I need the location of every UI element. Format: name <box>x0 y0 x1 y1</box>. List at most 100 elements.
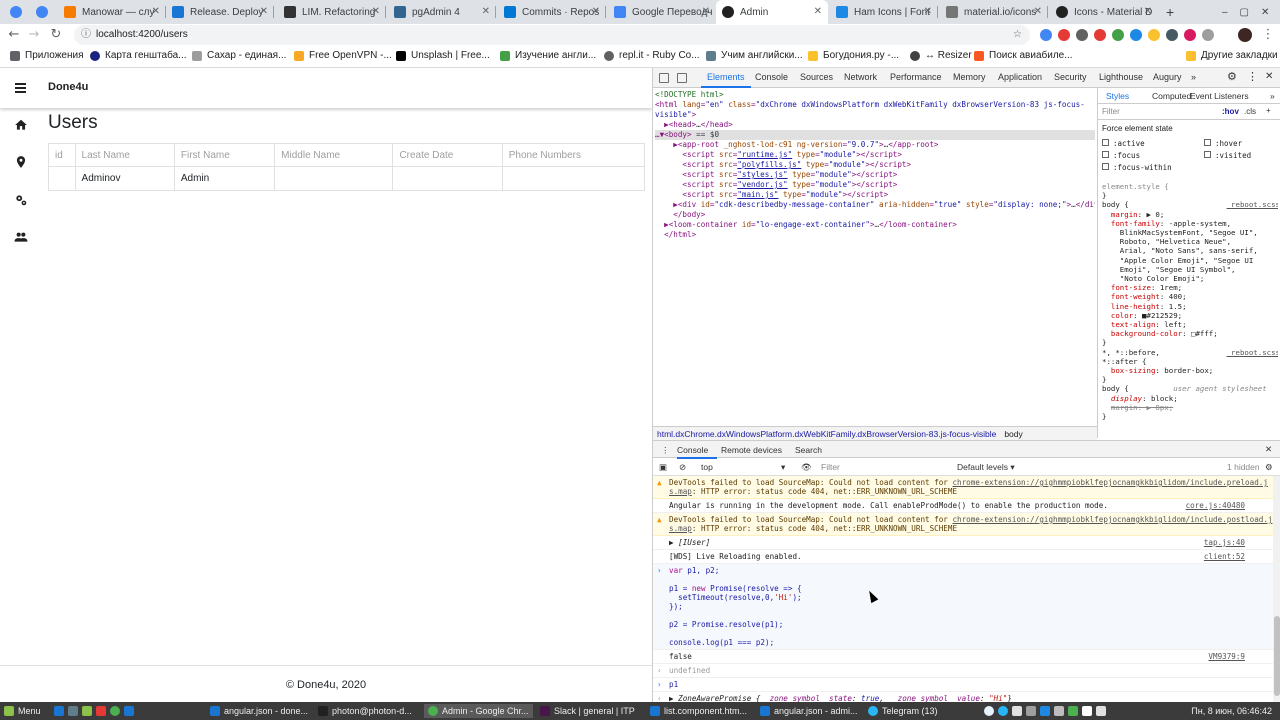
start-menu-button[interactable]: Menu <box>4 704 41 718</box>
close-icon[interactable]: ✕ <box>482 6 490 17</box>
bookmark-item[interactable]: Unsplash | Free... <box>396 50 490 61</box>
close-icon[interactable]: ✕ <box>152 6 160 17</box>
bookmark-item[interactable]: Учим английски... <box>706 50 803 61</box>
extension-icon[interactable] <box>1094 29 1106 41</box>
chevron-down-icon[interactable]: ▾ <box>781 462 785 473</box>
devtools-tab-security[interactable]: Security <box>1054 72 1087 82</box>
extension-icon[interactable] <box>1040 29 1052 41</box>
close-icon[interactable]: ✕ <box>1265 71 1273 82</box>
bookmark-item[interactable]: Сахар - единая... <box>192 50 286 61</box>
taskbar-item[interactable]: angular.json - done... <box>210 704 308 718</box>
bookmark-item[interactable]: ↔ Resizer <box>910 50 972 61</box>
gear-icon[interactable]: ⚙ <box>1227 70 1237 83</box>
context-selector[interactable]: top <box>701 462 713 472</box>
console-log-line[interactable]: ▶ [IUser] tap.js:40 <box>653 536 1273 550</box>
quick-launch[interactable] <box>54 704 138 718</box>
console-filter-input[interactable]: Filter <box>821 462 840 472</box>
extension-icon[interactable] <box>1166 29 1178 41</box>
system-tray[interactable] <box>984 704 1110 718</box>
add-rule-icon[interactable]: + <box>1266 106 1271 115</box>
devtools-tab-console[interactable]: Console <box>755 72 788 82</box>
inspect-element-icon[interactable] <box>659 73 669 83</box>
bookmark-item[interactable]: repl.it - Ruby Co... <box>604 50 700 61</box>
browser-tab-active[interactable]: Admin ✕ <box>716 0 828 24</box>
new-tab-button[interactable]: + <box>1160 0 1180 24</box>
close-icon[interactable]: ✕ <box>702 6 710 17</box>
close-icon[interactable]: ✕ <box>1034 6 1042 17</box>
other-bookmarks[interactable]: Другие закладки <box>1186 50 1278 61</box>
state-focus[interactable]: :focus <box>1102 150 1172 162</box>
dom-tree[interactable]: <!DOCTYPE html> <html lang="en" class="d… <box>655 90 1095 240</box>
browser-tab[interactable]: Google Переводч ✕ <box>608 0 716 24</box>
devtools-tab-lighthouse[interactable]: Lighthouse <box>1099 72 1143 82</box>
breadcrumb-body[interactable]: body <box>1004 429 1022 439</box>
devtools-tab-sources[interactable]: Sources <box>800 72 833 82</box>
browser-tab[interactable] <box>4 0 30 24</box>
console-scrollbar[interactable] <box>1273 476 1280 702</box>
bookmark-item[interactable]: Богудония.ру -... <box>808 50 899 61</box>
taskbar-item-active[interactable]: Admin - Google Chr... <box>424 704 533 718</box>
window-controls[interactable]: –▢✕ <box>1216 0 1280 24</box>
devtools-tab-augury[interactable]: Augury <box>1153 72 1182 82</box>
state-hover[interactable]: :hover <box>1204 138 1251 150</box>
css-rules[interactable]: element.style { } body { _reboot.scss:46… <box>1102 182 1278 438</box>
tab-event-listeners[interactable]: Event Listeners <box>1190 91 1249 101</box>
location-icon[interactable] <box>14 155 28 169</box>
column-header-last-name[interactable]: Last Name <box>74 143 175 167</box>
close-icon[interactable]: ✕ <box>592 6 600 17</box>
back-arrow-icon[interactable]: ← <box>6 27 22 43</box>
extension-icon[interactable] <box>1112 29 1124 41</box>
drawer-menu-icon[interactable]: ⋮ <box>661 445 670 456</box>
browser-tab[interactable]: Manowar — слу ✕ <box>58 0 166 24</box>
eye-icon[interactable]: 👁 <box>801 462 812 473</box>
column-header-middle-name[interactable]: Middle Name <box>274 143 394 167</box>
device-toolbar-icon[interactable] <box>677 73 687 83</box>
home-icon[interactable] <box>14 118 28 132</box>
browser-tab[interactable]: pgAdmin 4 ✕ <box>388 0 496 24</box>
gear-icon[interactable]: ⚙ <box>1265 462 1273 473</box>
console-result[interactable]: ‹ ▶ ZoneAwarePromise {__zone_symbol__stat… <box>653 692 1273 702</box>
bookmark-item[interactable]: Карта генштаба... <box>90 50 187 61</box>
bookmark-item[interactable]: Поиск авиабиле... <box>974 50 1073 61</box>
devtools-tab-performance[interactable]: Performance <box>890 72 942 82</box>
drawer-tab-search[interactable]: Search <box>795 445 822 455</box>
column-header-phone-numbers[interactable]: Phone Numbers <box>501 143 646 167</box>
browser-tab[interactable] <box>30 0 58 24</box>
avatar[interactable] <box>1238 28 1252 42</box>
tab-styles[interactable]: Styles <box>1106 91 1129 101</box>
devtools-tab-elements[interactable]: Elements <box>707 72 745 82</box>
reload-icon[interactable]: ↻ <box>48 27 64 43</box>
info-icon[interactable]: ⓘ <box>81 25 91 45</box>
extension-icon[interactable] <box>1202 29 1214 41</box>
browser-tab[interactable]: material.io/icons ✕ <box>940 0 1048 24</box>
bookmark-item[interactable]: Приложения <box>10 50 84 61</box>
close-icon[interactable]: ✕ <box>924 6 932 17</box>
taskbar-item[interactable]: photon@photon-d... <box>318 704 412 718</box>
devtools-tab-network[interactable]: Network <box>844 72 877 82</box>
column-header-first-name[interactable]: First Name <box>173 143 276 167</box>
taskbar-item[interactable]: angular.json - admi... <box>760 704 858 718</box>
address-bar[interactable]: ⓘ localhost:4200/users ☆ <box>74 25 1030 45</box>
column-header-create-date[interactable]: Create Date <box>392 143 503 167</box>
hamburger-menu-icon[interactable] <box>15 83 26 93</box>
console-output[interactable]: ▲ DevTools failed to load SourceMap: Coul… <box>653 476 1273 702</box>
hov-toggle[interactable]: :hov <box>1222 107 1239 116</box>
cls-toggle[interactable]: .cls <box>1244 107 1256 116</box>
drawer-tab-remote-devices[interactable]: Remote devices <box>721 445 782 455</box>
more-tabs-icon[interactable]: » <box>1191 72 1196 82</box>
close-icon[interactable]: ✕ <box>1265 444 1272 455</box>
browser-tab[interactable]: LIM. Refactoring ✕ <box>278 0 386 24</box>
kebab-menu-icon[interactable]: ⋮ <box>1247 70 1258 83</box>
log-levels-dropdown[interactable]: Default levels ▾ <box>957 462 1015 473</box>
settings-gears-icon[interactable] <box>14 193 28 207</box>
clear-console-icon[interactable]: ⊘ <box>679 462 686 473</box>
browser-tab[interactable]: Ham Icons | Font ✕ <box>830 0 938 24</box>
devtools-tab-application[interactable]: Application <box>998 72 1042 82</box>
drawer-tab-console[interactable]: Console <box>677 445 708 455</box>
close-icon[interactable]: ✕ <box>1144 6 1152 17</box>
extension-icon[interactable] <box>1076 29 1088 41</box>
breadcrumb-html[interactable]: html.dxChrome.dxWindowsPlatform.dxWebKit… <box>657 429 996 439</box>
close-icon[interactable]: ✕ <box>260 6 268 17</box>
devtools-tab-memory[interactable]: Memory <box>953 72 986 82</box>
people-icon[interactable] <box>14 230 28 244</box>
